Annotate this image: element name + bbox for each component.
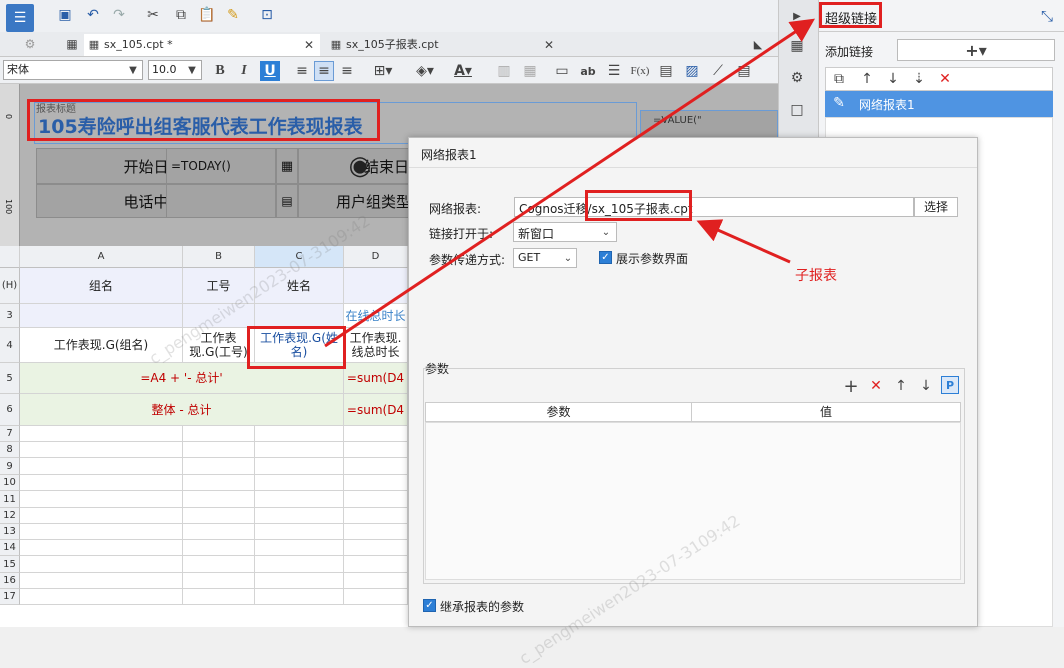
annotation-arrows [324,18,815,348]
arrow-to-panel [324,18,815,348]
arrow-to-path [696,219,791,264]
